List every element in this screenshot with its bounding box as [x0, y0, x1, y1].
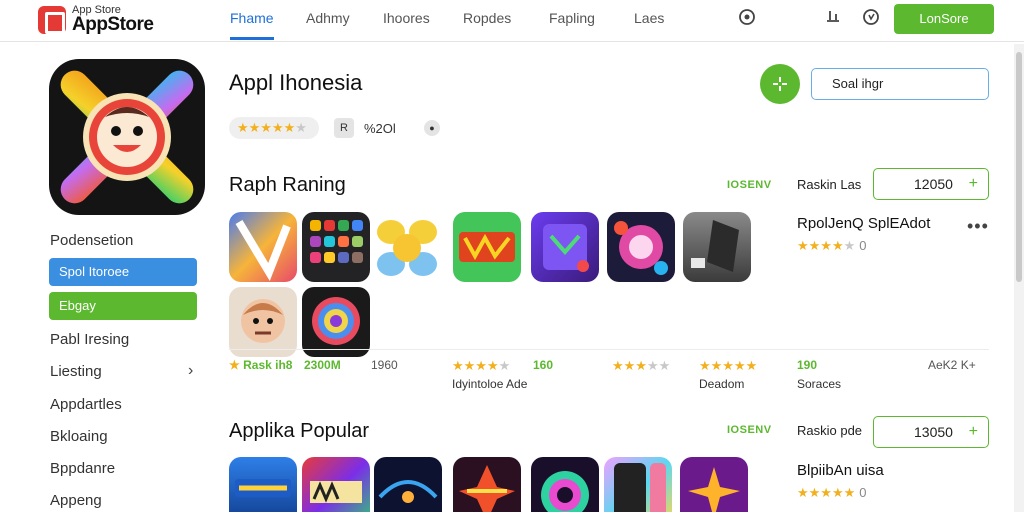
section-2-tag: IOSENV — [727, 424, 772, 436]
popular-tile-5[interactable] — [531, 457, 599, 512]
stat-label-1: Idyintoloe Ade — [452, 377, 528, 391]
stat-6-stars: ★★★★★ — [612, 358, 671, 373]
popular-tile-1[interactable] — [229, 457, 297, 512]
popular-tile-4[interactable] — [453, 457, 521, 512]
app-tile-7[interactable] — [683, 212, 751, 282]
stat-1: ★ Rask ih8 — [229, 358, 293, 372]
popular-featured-rating: ★★★★★ 0 — [797, 485, 867, 500]
popular-rating-count: 0 — [859, 485, 867, 500]
sidebar-green-button[interactable]: Ebgay — [49, 292, 197, 320]
stat-8: 190 — [797, 358, 818, 372]
stat-label-2: Deadom — [699, 377, 745, 391]
popular-tile-3[interactable] — [374, 457, 442, 512]
app-title: Appl Ihonesia — [229, 70, 363, 95]
section-label: Raskin Las — [797, 177, 862, 192]
sidebar-item-5[interactable]: Bppdanre — [50, 460, 115, 477]
search-input[interactable]: Soal ihgr — [811, 68, 989, 100]
tab-2[interactable]: Adhmy — [306, 10, 350, 40]
app-store-logo[interactable]: App Store AppStore — [38, 4, 168, 36]
counter-value: 12050 — [914, 176, 953, 192]
page-scrollbar[interactable] — [1014, 44, 1024, 512]
app-tile-3[interactable] — [373, 212, 441, 282]
plus-icon[interactable]: + — [969, 169, 978, 199]
featured-rating: ★★★★★ 0 — [797, 238, 867, 253]
rating-stars: ★★★★★★ — [229, 117, 319, 139]
row-divider — [229, 349, 989, 350]
stat-7-stars: ★★★★★ — [699, 358, 758, 373]
sidebar-item-6[interactable]: Appeng — [50, 492, 102, 509]
scrollbar-thumb[interactable] — [1016, 52, 1022, 282]
sidebar-item-3[interactable]: Appdartles — [50, 396, 122, 413]
app-tile-5[interactable] — [531, 212, 599, 282]
sidebar-item-1[interactable]: Pabl Iresing — [50, 331, 129, 348]
sidebar-section-title: Podensetion — [50, 232, 134, 249]
section-title-ranking: Raph Raning — [229, 174, 346, 196]
app-tile-4[interactable] — [453, 212, 521, 282]
stat-label-3: Soraces — [797, 377, 842, 391]
logo-title: AppStore — [72, 14, 154, 35]
tab-home[interactable]: Fhame — [230, 10, 274, 40]
age-badge-icon: R — [334, 118, 354, 138]
refresh-icon[interactable] — [860, 8, 882, 30]
chevron-right-icon[interactable]: › — [188, 362, 193, 380]
stat-2: 2300M — [304, 358, 341, 372]
app-tile-2[interactable] — [302, 212, 370, 282]
ranking-counter[interactable]: 12050 + — [873, 168, 989, 200]
mic-icon[interactable] — [822, 8, 844, 30]
popular-tile-6[interactable] — [604, 457, 672, 512]
rating-count: %2Ol — [364, 121, 396, 136]
more-options-icon[interactable]: ••• — [967, 216, 989, 237]
tab-3[interactable]: Ihoores — [383, 10, 430, 40]
stat-3: 1960 — [371, 358, 398, 372]
tab-5[interactable]: Fapling — [549, 10, 595, 40]
top-navigation-bar: App Store AppStore Fhame Adhmy Ihoores R… — [0, 0, 1024, 42]
section-tag: IOSENV — [727, 179, 772, 191]
popular-featured-title[interactable]: BlpiibAn uisa — [797, 462, 884, 479]
eye-icon[interactable]: ● — [424, 120, 440, 136]
sidebar-item-2[interactable]: Liesting — [50, 363, 102, 380]
stat-9: AeK2 K+ — [928, 358, 976, 372]
app-tile-9[interactable] — [302, 287, 370, 357]
popular-tile-2[interactable] — [302, 457, 370, 512]
tab-6[interactable]: Laes — [634, 10, 664, 40]
popular-tile-7[interactable] — [680, 457, 748, 512]
login-button[interactable]: LonSore — [894, 4, 994, 34]
location-button[interactable] — [760, 64, 800, 104]
sidebar-item-4[interactable]: Bkloaing — [50, 428, 108, 445]
section-title-popular: Applika Popular — [229, 420, 370, 442]
featured-app-icon[interactable] — [49, 59, 205, 215]
app-tile-8[interactable] — [229, 287, 297, 357]
app-tile-1[interactable] — [229, 212, 297, 282]
sidebar-blue-button[interactable]: Spol Itoroee — [49, 258, 197, 286]
featured-rating-count: 0 — [859, 238, 867, 253]
popular-counter[interactable]: 13050 + — [873, 416, 989, 448]
store-bag-icon — [38, 6, 66, 34]
app-store-page: App Store AppStore Fhame Adhmy Ihoores R… — [0, 0, 1024, 512]
section-2-label: Raskio pde — [797, 423, 863, 438]
app-tile-6[interactable] — [607, 212, 675, 282]
featured-app-title[interactable]: RpolJenQ SplEAdot — [797, 215, 930, 232]
plus-icon-2[interactable]: + — [969, 417, 978, 447]
stat-4-stars: ★★★★★ — [452, 358, 511, 373]
cart-icon[interactable] — [736, 8, 758, 30]
tab-4[interactable]: Ropdes — [463, 10, 511, 40]
counter-2-value: 13050 — [914, 424, 953, 440]
stat-5: 160 — [533, 358, 554, 372]
